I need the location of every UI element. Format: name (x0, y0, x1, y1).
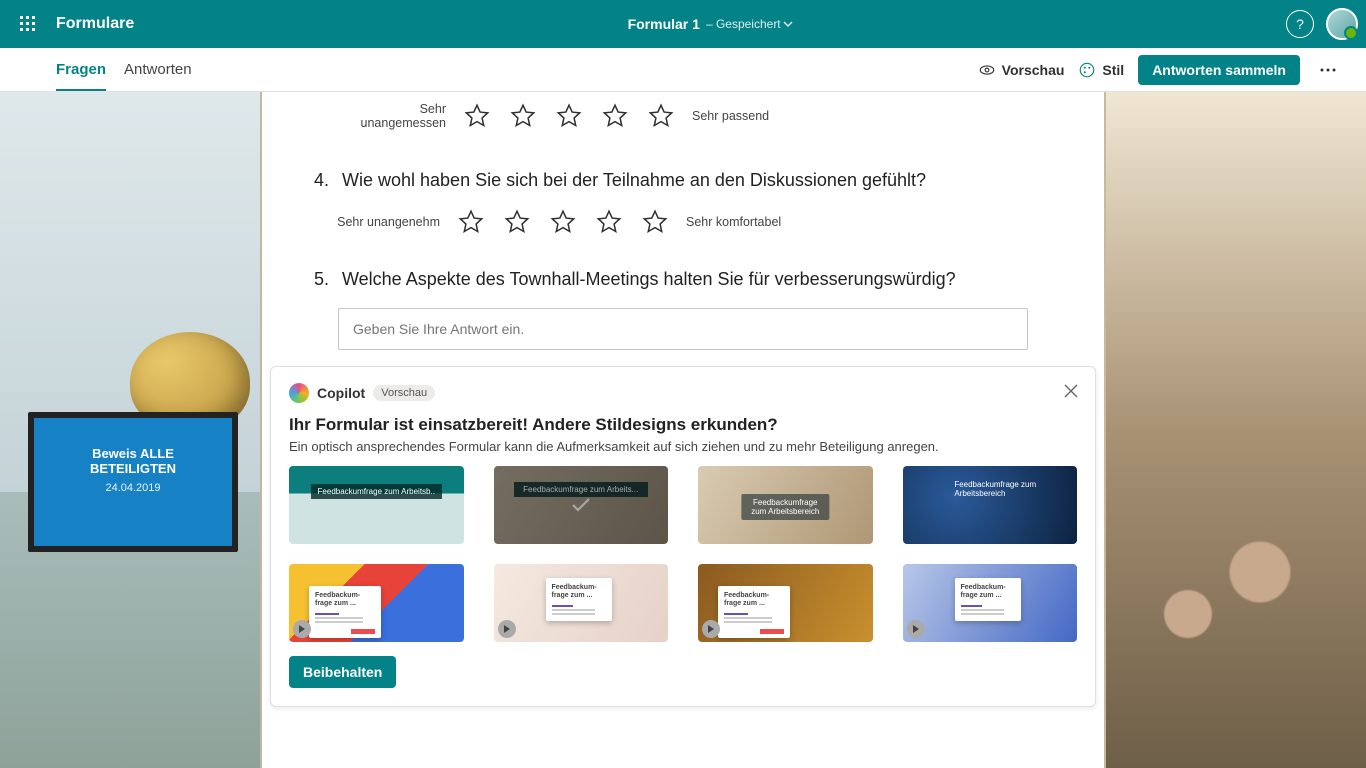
form-editor: Sehr unangemessen Sehr passend 4. Wie wo… (262, 92, 1104, 768)
more-options-icon[interactable] (1314, 61, 1342, 79)
star-icon[interactable] (596, 209, 622, 235)
style-card-2[interactable]: Feedbackumfrage zum Arbeits... (494, 466, 669, 544)
q4-number: 4. (314, 170, 332, 191)
star-icon[interactable] (550, 209, 576, 235)
q5-text: Welche Aspekte des Townhall-Meetings hal… (342, 269, 956, 290)
style-card-7[interactable]: Feedbackum-frage zum ... (698, 564, 873, 642)
palette-icon (1078, 61, 1096, 79)
question-5[interactable]: 5. Welche Aspekte des Townhall-Meetings … (262, 261, 1104, 360)
style-card-4[interactable]: Feedbackumfrage zum Arbeitsbereich (903, 466, 1078, 544)
form-title: Formular 1 (628, 16, 700, 32)
star-icon[interactable] (458, 209, 484, 235)
style-card-1[interactable]: Feedbackumfrage zum Arbeitsb.. (289, 466, 464, 544)
preview-button[interactable]: Vorschau (978, 61, 1065, 79)
play-icon (498, 620, 516, 638)
copilot-close-button[interactable] (1061, 381, 1081, 401)
q4-stars[interactable] (458, 209, 668, 235)
eye-icon (978, 61, 996, 79)
topbar: Formulare Formular 1 – Gespeichert ? (0, 0, 1366, 48)
star-icon[interactable] (648, 103, 674, 129)
subbar: Fragen Antworten Vorschau Stil Antworten… (0, 48, 1366, 92)
tab-questions[interactable]: Fragen (56, 48, 106, 91)
copilot-name: Copilot (317, 385, 365, 401)
star-icon[interactable] (510, 103, 536, 129)
q4-text: Wie wohl haben Sie sich bei der Teilnahm… (342, 170, 926, 191)
style-card-8[interactable]: Feedbackum-frage zum ... (903, 564, 1078, 642)
q4-label-right: Sehr komfortabel (686, 215, 781, 229)
play-icon (702, 620, 720, 638)
save-status: – Gespeichert (706, 17, 793, 31)
copilot-logo-icon (289, 383, 309, 403)
star-icon[interactable] (602, 103, 628, 129)
q5-number: 5. (314, 269, 332, 290)
copilot-subtitle: Ein optisch ansprechendes Formular kann … (289, 439, 1077, 454)
bg-photo-left: Beweis ALLE BETEILIGTEN 24.04.2019 (0, 92, 260, 768)
play-icon (293, 620, 311, 638)
style-design-grid: Feedbackumfrage zum Arbeitsb.. Feedbacku… (289, 466, 1077, 642)
check-icon (567, 491, 595, 519)
star-icon[interactable] (556, 103, 582, 129)
question-3-rating: Sehr unangemessen Sehr passend (262, 98, 1104, 162)
tab-responses[interactable]: Antworten (124, 48, 192, 91)
style-button[interactable]: Stil (1078, 61, 1124, 79)
help-icon[interactable]: ? (1286, 10, 1314, 38)
q5-answer-input[interactable] (338, 308, 1028, 350)
bg-presentation-screen: Beweis ALLE BETEILIGTEN 24.04.2019 (28, 412, 238, 552)
bg-photo-right (1106, 92, 1366, 768)
q3-stars[interactable] (464, 103, 674, 129)
keep-button[interactable]: Beibehalten (289, 656, 396, 688)
question-4[interactable]: 4. Wie wohl haben Sie sich bei der Teiln… (262, 162, 1104, 261)
play-icon (907, 620, 925, 638)
copilot-panel: Copilot Vorschau Ihr Formular ist einsat… (270, 366, 1096, 707)
star-icon[interactable] (642, 209, 668, 235)
close-icon (1061, 381, 1081, 401)
style-card-6[interactable]: Feedbackum-frage zum ... (494, 564, 669, 642)
chevron-down-icon (783, 19, 793, 29)
q3-label-right: Sehr passend (692, 109, 769, 123)
style-card-3[interactable]: Feedbackumfrage zum Arbeitsbereich (698, 466, 873, 544)
app-launcher-icon[interactable] (8, 4, 48, 44)
user-avatar[interactable] (1326, 8, 1358, 40)
style-card-5[interactable]: Feedbackum-frage zum ... (289, 564, 464, 642)
q3-label-left: Sehr unangemessen (336, 102, 446, 130)
app-name: Formulare (56, 15, 134, 33)
q4-label-left: Sehr unangenehm (336, 215, 440, 229)
star-icon[interactable] (504, 209, 530, 235)
collect-responses-button[interactable]: Antworten sammeln (1138, 55, 1300, 85)
stage: Beweis ALLE BETEILIGTEN 24.04.2019 Sehr … (0, 92, 1366, 768)
star-icon[interactable] (464, 103, 490, 129)
copilot-preview-badge: Vorschau (373, 385, 435, 401)
copilot-title: Ihr Formular ist einsatzbereit! Andere S… (289, 415, 1077, 435)
form-title-area[interactable]: Formular 1 – Gespeichert (134, 16, 1286, 32)
